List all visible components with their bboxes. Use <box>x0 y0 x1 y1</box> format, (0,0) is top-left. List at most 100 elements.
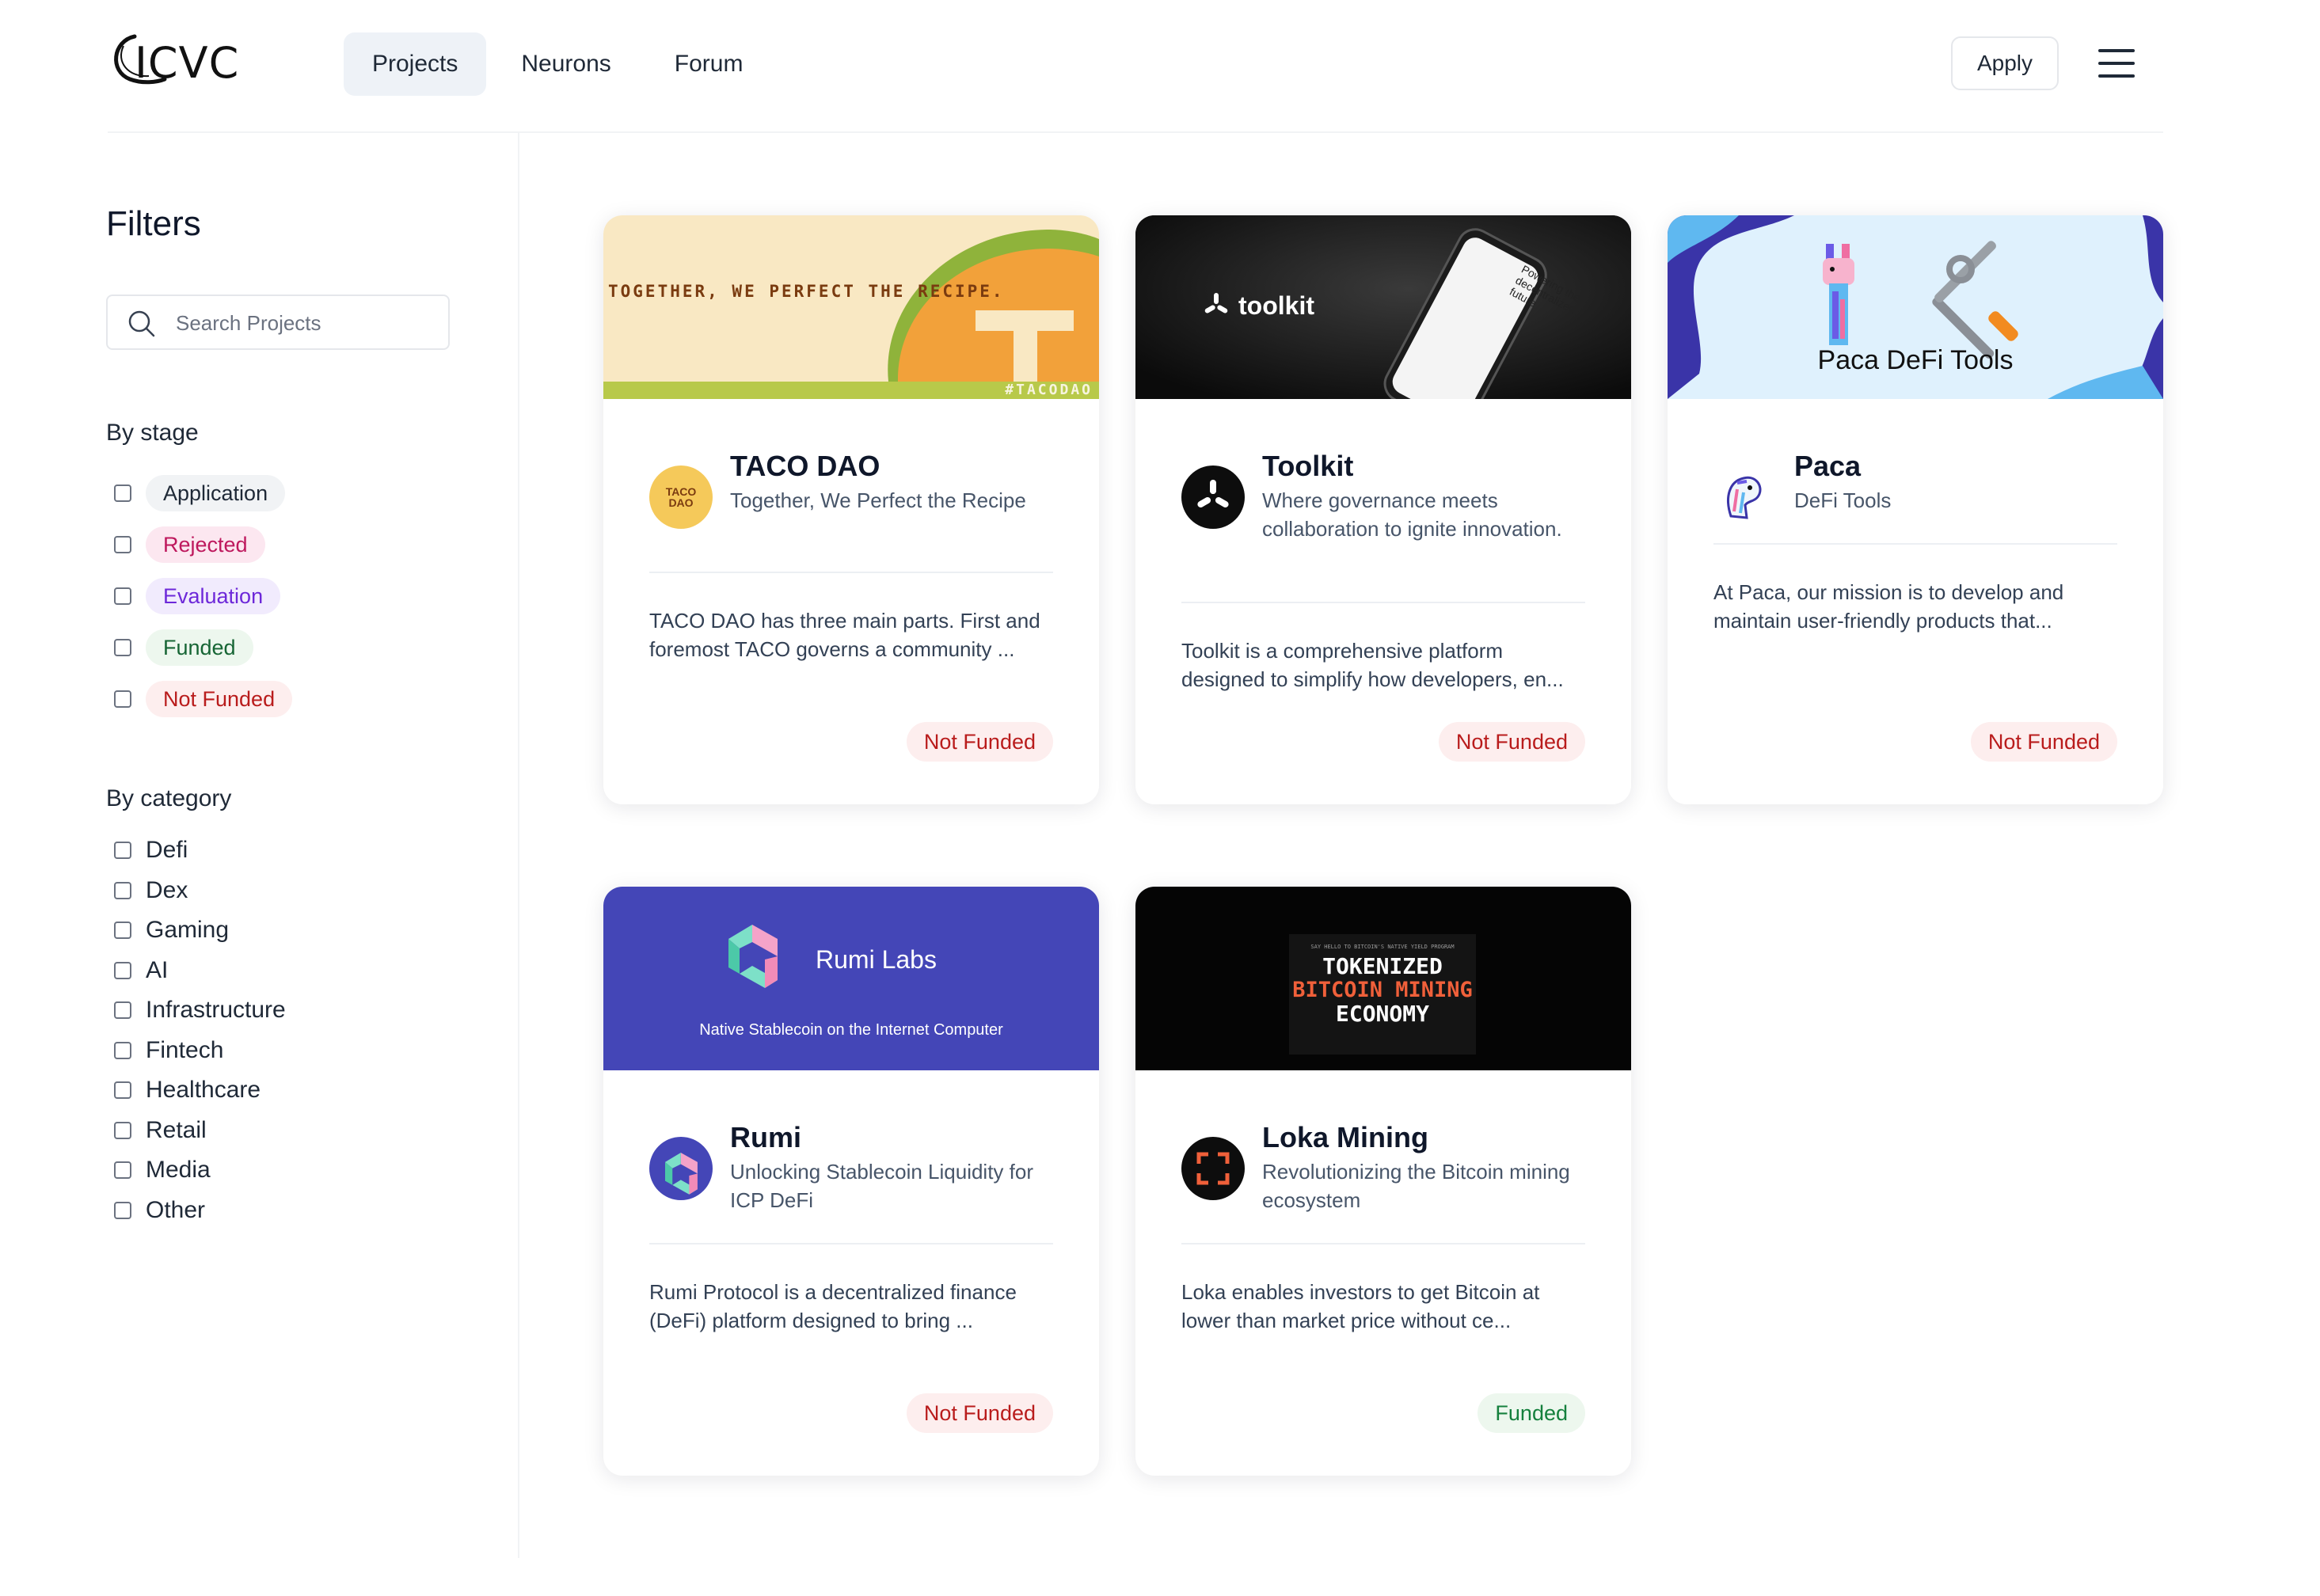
card-divider <box>1181 1243 1585 1244</box>
project-name: Toolkit <box>1262 450 1354 482</box>
category-label: Infrastructure <box>146 997 286 1023</box>
rumi-logo <box>649 1137 713 1200</box>
category-label: Defi <box>146 837 188 863</box>
category-filter-infrastructure[interactable]: Infrastructure <box>114 994 286 1026</box>
category-checkbox[interactable] <box>114 1161 131 1179</box>
search-box[interactable] <box>106 294 450 350</box>
project-name: TACO DAO <box>730 450 880 482</box>
paca-banner: Paca DeFi Tools <box>1668 215 2163 399</box>
project-description: Loka enables investors to get Bitcoin at… <box>1181 1280 1540 1332</box>
stage-chip: Application <box>146 475 286 511</box>
category-label: Other <box>146 1196 206 1223</box>
stage-filter-application[interactable]: Application <box>114 475 286 511</box>
filters-title: Filters <box>106 204 201 243</box>
category-checkbox[interactable] <box>114 961 131 979</box>
category-label: Gaming <box>146 917 230 943</box>
status-badge: Not Funded <box>1438 722 1585 762</box>
category-filter-defi[interactable]: Defi <box>114 834 188 866</box>
category-filter-other[interactable]: Other <box>114 1195 205 1226</box>
logo-wordmark: ICVC <box>135 38 240 88</box>
rumi-banner: Rumi Labs Native Stablecoin on the Inter… <box>603 887 1099 1070</box>
taco-banner-slogan: TOGETHER, WE PERFECT THE RECIPE. <box>608 282 1005 301</box>
category-checkbox[interactable] <box>114 922 131 939</box>
main-nav: Projects Neurons Forum <box>344 32 778 96</box>
category-label: Dex <box>146 876 188 903</box>
category-filter-gaming[interactable]: Gaming <box>114 914 229 946</box>
loka-banner-line2: BITCOIN MINING <box>1292 978 1473 1002</box>
rumi-banner-subtitle: Native Stablecoin on the Internet Comput… <box>699 1021 1003 1039</box>
stage-checkbox[interactable] <box>114 484 131 502</box>
project-tagline: Together, We Perfect the Recipe <box>730 488 1026 512</box>
status-badge: Not Funded <box>1970 722 2117 762</box>
category-label: Healthcare <box>146 1077 261 1103</box>
loka-banner-line1: TOKENIZED <box>1322 953 1443 979</box>
taco-dao-logo: TACO DAO <box>649 466 713 529</box>
stage-checkbox[interactable] <box>114 690 131 708</box>
category-label: Retail <box>146 1116 207 1143</box>
project-card-paca[interactable]: Paca DeFi Tools Paca DeFi Tools At Paca,… <box>1668 215 2163 804</box>
category-filter-retail[interactable]: Retail <box>114 1115 207 1146</box>
status-badge: Funded <box>1478 1393 1585 1433</box>
project-name: Loka Mining <box>1262 1121 1428 1153</box>
card-divider <box>649 1243 1053 1244</box>
apply-button[interactable]: Apply <box>1951 36 2059 90</box>
nav-projects[interactable]: Projects <box>344 32 487 96</box>
project-name: Paca <box>1794 450 1862 482</box>
category-filter-media[interactable]: Media <box>114 1154 211 1186</box>
nav-neurons[interactable]: Neurons <box>493 32 639 96</box>
category-checkbox[interactable] <box>114 1081 131 1099</box>
toolkit-banner-brand: toolkit <box>1238 291 1314 320</box>
status-badge: Not Funded <box>906 722 1053 762</box>
stage-checkbox[interactable] <box>114 536 131 553</box>
card-divider <box>649 572 1053 573</box>
loka-logo <box>1181 1137 1245 1200</box>
category-checkbox[interactable] <box>114 842 131 859</box>
stage-filter-funded[interactable]: Funded <box>114 629 253 666</box>
search-icon <box>128 310 155 337</box>
category-filter-dex[interactable]: Dex <box>114 875 188 906</box>
search-input[interactable] <box>176 306 429 340</box>
project-description: Rumi Protocol is a decentralized finance… <box>649 1280 1017 1332</box>
project-card-toolkit[interactable]: toolkit Powering the decentralized futur… <box>1135 215 1631 804</box>
project-tagline: Where governance meets collaboration to … <box>1262 488 1562 541</box>
category-label: AI <box>146 956 169 983</box>
stage-filter-label: By stage <box>106 420 199 446</box>
stage-chip: Evaluation <box>146 578 281 614</box>
category-filter-ai[interactable]: AI <box>114 955 168 986</box>
category-filter-healthcare[interactable]: Healthcare <box>114 1074 261 1106</box>
stage-filter-not-funded[interactable]: Not Funded <box>114 681 293 717</box>
stage-checkbox[interactable] <box>114 587 131 605</box>
category-checkbox[interactable] <box>114 1121 131 1139</box>
category-checkbox[interactable] <box>114 881 131 899</box>
taco-banner-hashtag: #TACODAO <box>1005 382 1093 398</box>
nav-forum[interactable]: Forum <box>646 32 772 96</box>
project-description: TACO DAO has three main parts. First and… <box>649 609 1040 661</box>
rumi-banner-title: Rumi Labs <box>816 945 937 974</box>
stage-checkbox[interactable] <box>114 639 131 656</box>
project-card-taco-dao[interactable]: TOGETHER, WE PERFECT THE RECIPE. #TACODA… <box>603 215 1099 804</box>
toolkit-banner: toolkit Powering the decentralized futur… <box>1135 215 1631 399</box>
category-checkbox[interactable] <box>114 1001 131 1019</box>
icvc-logo[interactable]: ICVC <box>108 30 238 97</box>
project-description: At Paca, our mission is to develop and m… <box>1713 580 2064 633</box>
stage-chip: Rejected <box>146 526 265 563</box>
stage-filter-evaluation[interactable]: Evaluation <box>114 578 281 614</box>
category-checkbox[interactable] <box>114 1201 131 1219</box>
stage-filter-rejected[interactable]: Rejected <box>114 526 265 563</box>
category-label: Fintech <box>146 1036 224 1063</box>
category-checkbox[interactable] <box>114 1041 131 1059</box>
hamburger-menu-icon[interactable] <box>2098 49 2135 78</box>
status-badge: Not Funded <box>906 1393 1053 1433</box>
category-filter-label: By category <box>106 785 232 811</box>
project-tagline: Revolutionizing the Bitcoin mining ecosy… <box>1262 1160 1570 1212</box>
card-divider <box>1713 543 2117 545</box>
project-card-rumi[interactable]: Rumi Labs Native Stablecoin on the Inter… <box>603 887 1099 1476</box>
loka-banner: SAY HELLO TO BITCOIN'S NATIVE YIELD PROG… <box>1135 887 1631 1070</box>
loka-banner-small: SAY HELLO TO BITCOIN'S NATIVE YIELD PROG… <box>1310 944 1455 950</box>
top-header: ICVC Projects Neurons Forum Apply <box>0 0 2320 133</box>
paca-banner-title: Paca DeFi Tools <box>1817 345 2014 375</box>
project-card-loka-mining[interactable]: SAY HELLO TO BITCOIN'S NATIVE YIELD PROG… <box>1135 887 1631 1476</box>
stage-chip: Not Funded <box>146 681 293 717</box>
toolkit-logo <box>1181 466 1245 529</box>
category-filter-fintech[interactable]: Fintech <box>114 1035 223 1066</box>
